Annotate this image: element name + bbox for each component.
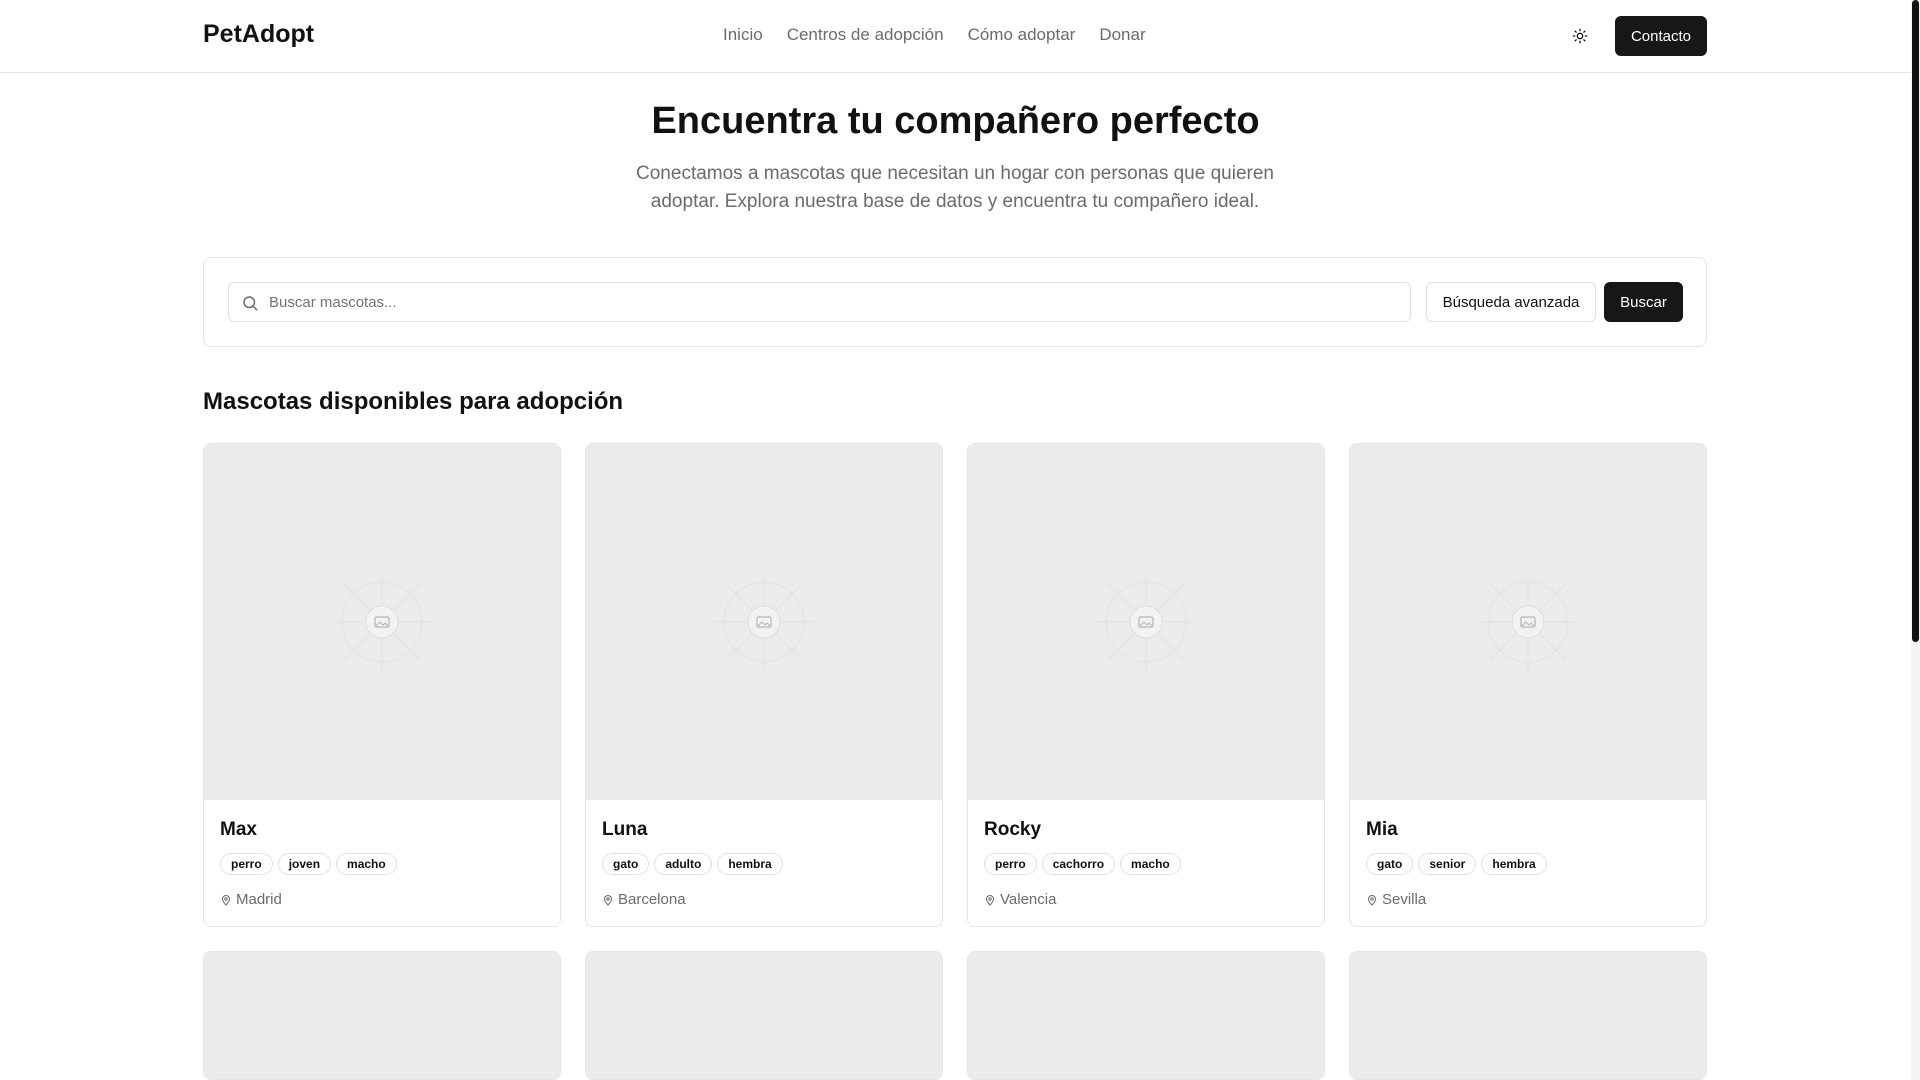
scrollbar-thumb[interactable] bbox=[1912, 0, 1919, 642]
pet-location-text: Madrid bbox=[236, 891, 282, 908]
pet-location: Sevilla bbox=[1366, 891, 1426, 908]
pet-photo bbox=[1350, 444, 1706, 800]
pet-card-partial-1[interactable] bbox=[203, 951, 561, 1080]
tag-age: cachorro bbox=[1041, 853, 1116, 875]
search-button[interactable]: Buscar bbox=[1604, 282, 1683, 322]
pet-photo bbox=[204, 952, 560, 1079]
brand-logo[interactable]: PetAdopt bbox=[203, 20, 314, 49]
map-pin-icon bbox=[221, 894, 231, 906]
tag-sex: macho bbox=[336, 853, 397, 875]
section-title: Mascotas disponibles para adopción bbox=[203, 388, 624, 415]
pet-location: Barcelona bbox=[602, 891, 686, 908]
pet-card-mia[interactable]: Mia gato senior hembra Sevilla bbox=[1349, 443, 1707, 927]
image-placeholder-icon bbox=[1096, 572, 1196, 672]
tag-sex: macho bbox=[1120, 853, 1181, 875]
image-placeholder-icon bbox=[714, 572, 814, 672]
page-title: Encuentra tu compañero perfecto bbox=[651, 100, 1260, 142]
advanced-search-button[interactable]: Búsqueda avanzada bbox=[1426, 282, 1596, 322]
pet-card-partial-4[interactable] bbox=[1349, 951, 1707, 1080]
tag-age: joven bbox=[277, 853, 332, 875]
pet-card-rocky[interactable]: Rocky perro cachorro macho Valencia bbox=[967, 443, 1325, 927]
image-placeholder-icon bbox=[1478, 572, 1578, 672]
contact-button[interactable]: Contacto bbox=[1615, 16, 1707, 56]
page: PetAdopt Inicio Centros de adopción Cómo… bbox=[0, 0, 1920, 1080]
pet-photo bbox=[204, 444, 560, 800]
pet-location: Madrid bbox=[220, 891, 282, 908]
page-subtitle: Conectamos a mascotas que necesitan un h… bbox=[636, 163, 1274, 212]
image-placeholder-icon bbox=[332, 572, 432, 672]
pet-card-max[interactable]: Max perro joven macho Madrid bbox=[203, 443, 561, 927]
pet-location-text: Barcelona bbox=[618, 891, 686, 908]
pet-card-luna[interactable]: Luna gato adulto hembra Barcelona bbox=[585, 443, 943, 927]
pet-tags: perro cachorro macho bbox=[984, 853, 1181, 875]
pet-name: Luna bbox=[602, 819, 648, 840]
pet-photo bbox=[1350, 952, 1706, 1079]
pet-name: Max bbox=[220, 819, 257, 840]
pet-card-partial-3[interactable] bbox=[967, 951, 1325, 1080]
pet-photo bbox=[586, 952, 942, 1079]
tag-species: perro bbox=[220, 853, 273, 875]
pet-photo bbox=[968, 444, 1324, 800]
sun-icon bbox=[1572, 28, 1588, 44]
pet-location-text: Sevilla bbox=[1382, 891, 1427, 908]
nav-link-como-adoptar[interactable]: Cómo adoptar bbox=[968, 25, 1076, 45]
pet-location-text: Valencia bbox=[1000, 891, 1057, 908]
tag-sex: hembra bbox=[1481, 853, 1547, 875]
pet-photo bbox=[968, 952, 1324, 1079]
pet-location: Valencia bbox=[984, 891, 1056, 908]
theme-toggle-button[interactable] bbox=[1566, 22, 1594, 50]
site-header: PetAdopt Inicio Centros de adopción Cómo… bbox=[0, 0, 1911, 73]
map-pin-icon bbox=[985, 894, 995, 906]
nav-link-donar[interactable]: Donar bbox=[1099, 25, 1145, 45]
search-panel: Búsqueda avanzada Buscar bbox=[203, 257, 1707, 347]
pet-name: Rocky bbox=[984, 819, 1042, 840]
pet-card-partial-2[interactable] bbox=[585, 951, 943, 1080]
tag-age: adulto bbox=[654, 853, 713, 875]
nav-link-inicio[interactable]: Inicio bbox=[723, 25, 763, 45]
search-field[interactable] bbox=[228, 282, 1411, 322]
main-nav: Inicio Centros de adopción Cómo adoptar … bbox=[723, 25, 1146, 45]
pet-name: Mia bbox=[1366, 819, 1398, 840]
pet-tags: gato adulto hembra bbox=[602, 853, 783, 875]
map-pin-icon bbox=[1367, 894, 1377, 906]
tag-species: gato bbox=[602, 853, 650, 875]
tag-species: gato bbox=[1366, 853, 1414, 875]
map-pin-icon bbox=[603, 894, 613, 906]
tag-species: perro bbox=[984, 853, 1037, 875]
pet-tags: perro joven macho bbox=[220, 853, 397, 875]
pet-photo bbox=[586, 444, 942, 800]
tag-age: senior bbox=[1418, 853, 1477, 875]
nav-link-centros[interactable]: Centros de adopción bbox=[787, 25, 944, 45]
search-icon bbox=[243, 296, 258, 311]
tag-sex: hembra bbox=[717, 853, 783, 875]
pet-tags: gato senior hembra bbox=[1366, 853, 1547, 875]
search-input[interactable] bbox=[269, 283, 1399, 321]
